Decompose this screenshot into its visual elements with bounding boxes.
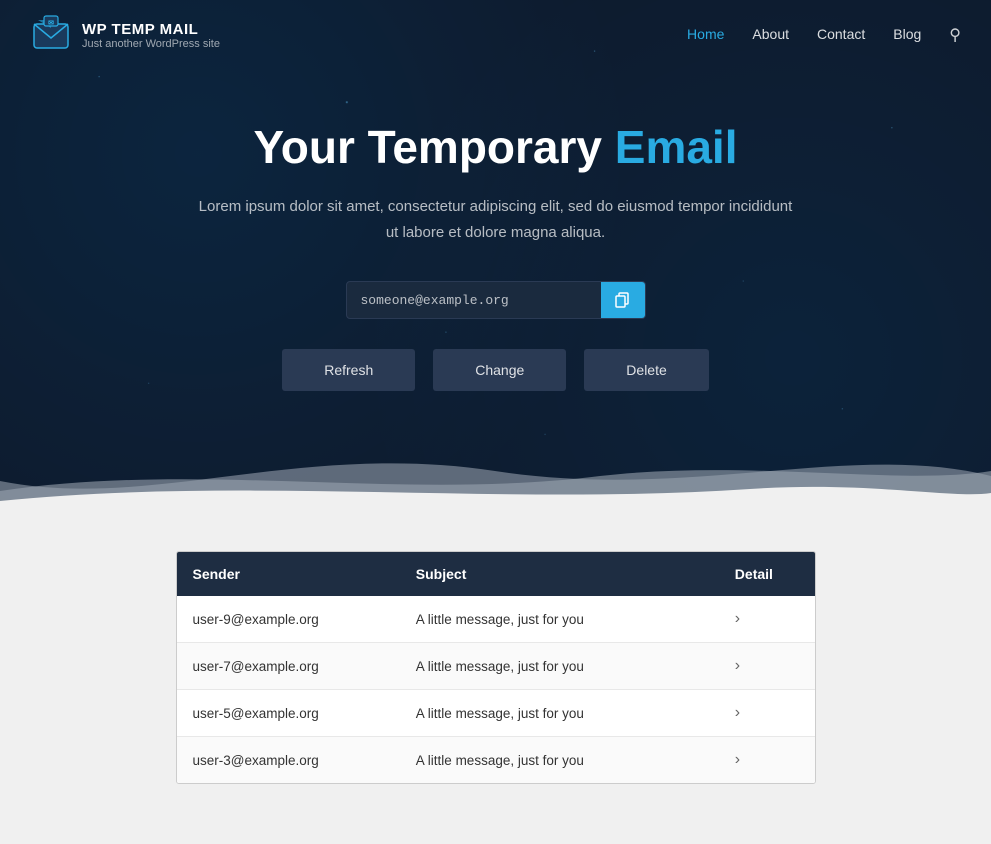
- col-header-sender: Sender: [177, 552, 400, 596]
- table-row[interactable]: user-9@example.org A little message, jus…: [177, 596, 815, 643]
- search-icon[interactable]: ⚲: [949, 27, 961, 44]
- email-input-wrap: [346, 281, 646, 319]
- table-header-row: Sender Subject Detail: [177, 552, 815, 596]
- hero-title-static: Your Temporary: [254, 121, 602, 173]
- col-header-detail: Detail: [719, 552, 815, 596]
- inbox-table-header: Sender Subject Detail: [177, 552, 815, 596]
- brand-tagline: Just another WordPress site: [82, 38, 220, 50]
- inbox-section: Sender Subject Detail user-9@example.org…: [0, 511, 991, 844]
- nav-links: Home About Contact Blog ⚲: [687, 25, 961, 45]
- hero-content: Your Temporary Email Lorem ipsum dolor s…: [0, 70, 991, 511]
- cell-detail[interactable]: ›: [719, 737, 815, 784]
- cell-subject: A little message, just for you: [400, 690, 719, 737]
- nav-link-home[interactable]: Home: [687, 26, 724, 42]
- hero-section: ✉ WP TEMP MAIL Just another WordPress si…: [0, 0, 991, 511]
- email-input[interactable]: [347, 283, 601, 318]
- navbar: ✉ WP TEMP MAIL Just another WordPress si…: [0, 0, 991, 70]
- cell-sender: user-5@example.org: [177, 690, 400, 737]
- cell-detail[interactable]: ›: [719, 643, 815, 690]
- cell-subject: A little message, just for you: [400, 737, 719, 784]
- svg-text:✉: ✉: [48, 20, 54, 27]
- table-row[interactable]: user-5@example.org A little message, jus…: [177, 690, 815, 737]
- inbox-table: Sender Subject Detail user-9@example.org…: [177, 552, 815, 783]
- col-header-subject: Subject: [400, 552, 719, 596]
- change-button[interactable]: Change: [433, 349, 566, 391]
- refresh-button[interactable]: Refresh: [282, 349, 415, 391]
- action-buttons: Refresh Change Delete: [20, 349, 971, 391]
- cell-subject: A little message, just for you: [400, 643, 719, 690]
- hero-title-accent: Email: [615, 121, 738, 173]
- cell-detail[interactable]: ›: [719, 596, 815, 643]
- hero-title: Your Temporary Email: [20, 120, 971, 174]
- cell-detail[interactable]: ›: [719, 690, 815, 737]
- copy-icon: [615, 292, 631, 308]
- nav-link-contact[interactable]: Contact: [817, 26, 865, 42]
- cell-sender: user-7@example.org: [177, 643, 400, 690]
- cell-sender: user-9@example.org: [177, 596, 400, 643]
- hero-subtitle: Lorem ipsum dolor sit amet, consectetur …: [196, 194, 796, 245]
- delete-button[interactable]: Delete: [584, 349, 708, 391]
- inbox-table-body: user-9@example.org A little message, jus…: [177, 596, 815, 783]
- nav-link-about[interactable]: About: [752, 26, 789, 42]
- email-row: [20, 281, 971, 319]
- copy-email-button[interactable]: [601, 282, 645, 318]
- nav-link-blog[interactable]: Blog: [893, 26, 921, 42]
- cell-subject: A little message, just for you: [400, 596, 719, 643]
- brand-name: WP TEMP MAIL: [82, 21, 220, 38]
- inbox-table-wrap: Sender Subject Detail user-9@example.org…: [176, 551, 816, 784]
- table-row[interactable]: user-7@example.org A little message, jus…: [177, 643, 815, 690]
- table-row[interactable]: user-3@example.org A little message, jus…: [177, 737, 815, 784]
- brand-logo: ✉: [30, 14, 72, 56]
- brand: ✉ WP TEMP MAIL Just another WordPress si…: [30, 14, 220, 56]
- cell-sender: user-3@example.org: [177, 737, 400, 784]
